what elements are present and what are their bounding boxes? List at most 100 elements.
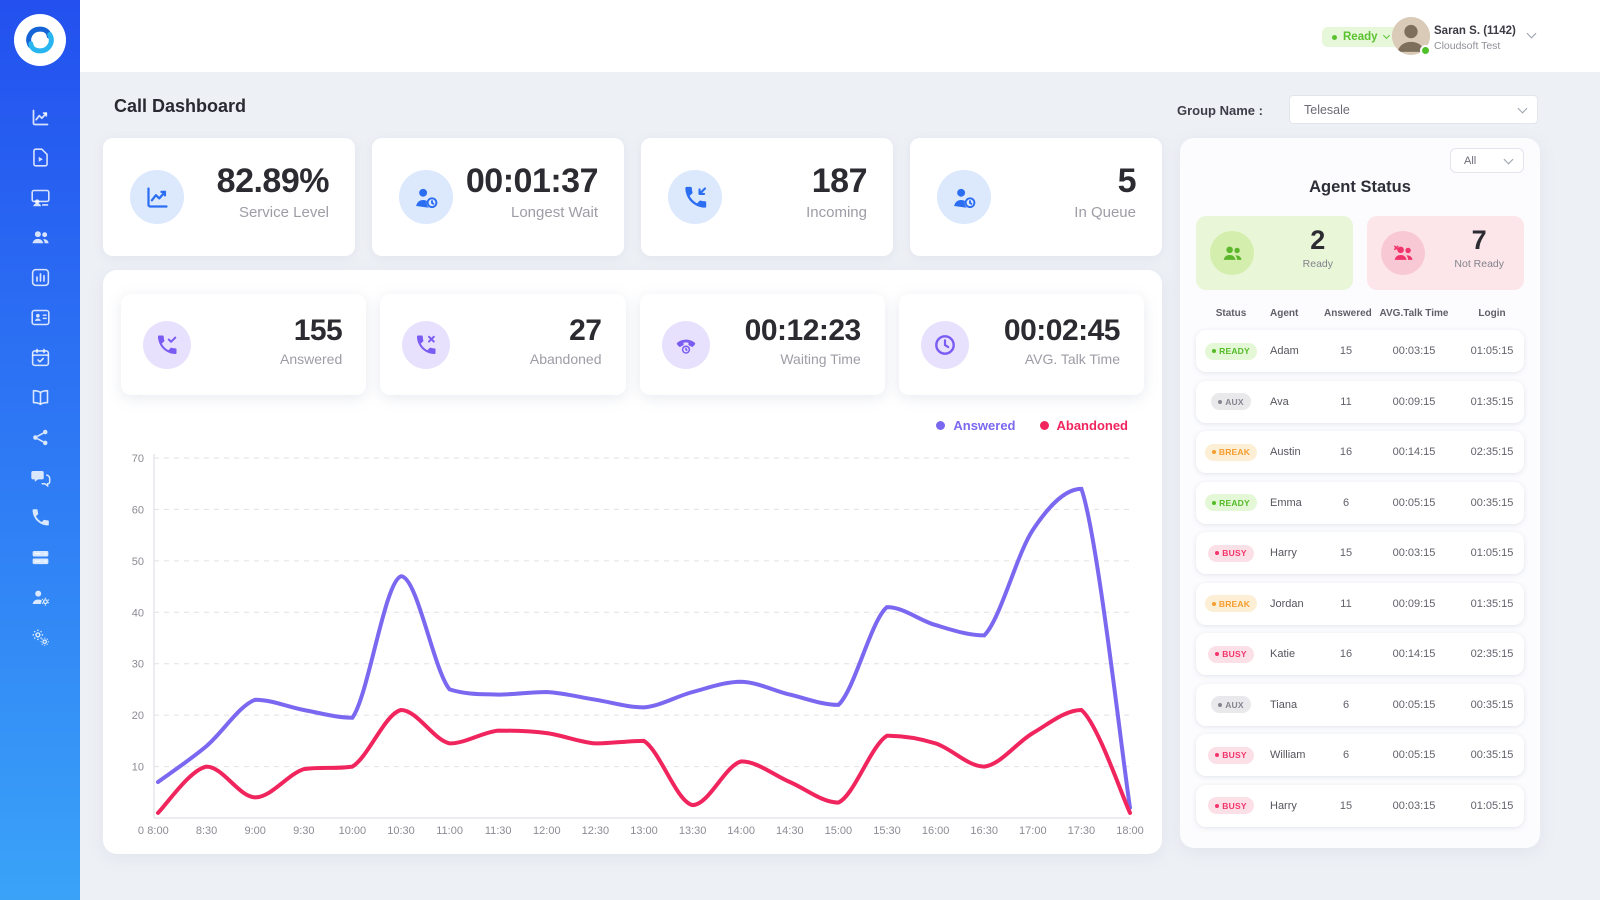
book-open-icon: [30, 387, 51, 408]
status-dot-icon: [1212, 450, 1216, 454]
users-x-icon-wrap: [1381, 231, 1425, 275]
x-axis-label: 9:30: [293, 825, 314, 837]
y-axis-label: 30: [132, 659, 144, 671]
agent-login-time: 01:05:15: [1460, 800, 1524, 812]
agent-name: Katie: [1266, 648, 1324, 660]
user-name: Saran S. (1142): [1434, 25, 1516, 37]
agent-answered: 6: [1324, 699, 1368, 711]
agent-ready-pill[interactable]: Ready: [1322, 27, 1399, 47]
x-axis-label: 9:00: [244, 825, 265, 837]
avatar[interactable]: [1392, 17, 1430, 55]
sidebar-item-audio-file[interactable]: [28, 145, 52, 169]
agent-talk-time: 00:05:15: [1368, 749, 1460, 761]
y-axis-label: 40: [132, 607, 144, 619]
status-badge: BUSY: [1208, 747, 1253, 764]
status-badge: BREAK: [1205, 595, 1257, 612]
sidebar-item-share[interactable]: [28, 425, 52, 449]
screen-user-icon: [30, 187, 51, 208]
group-select[interactable]: Telesale: [1289, 95, 1538, 124]
user-menu-chevron-icon[interactable]: [1527, 29, 1537, 39]
sidebar-item-bar-chart[interactable]: [28, 265, 52, 289]
x-axis-label: 10:30: [387, 825, 415, 837]
column-header-status: Status: [1196, 308, 1266, 319]
user-org: Cloudsoft Test: [1434, 40, 1500, 52]
legend-abandoned[interactable]: Abandoned: [1040, 418, 1129, 433]
ready-dot-icon: [1332, 35, 1337, 40]
bar-chart-icon: [30, 267, 51, 288]
kpi-text: 00:12:23 Waiting Time: [745, 314, 861, 367]
x-axis-label: 16:30: [970, 825, 998, 837]
agent-login-time: 01:35:15: [1460, 396, 1524, 408]
status-dot-icon: [1215, 652, 1219, 656]
kpi-value: 00:12:23: [745, 314, 861, 348]
legend-dot-icon: [1040, 421, 1049, 430]
kpi-label: In Queue: [1074, 204, 1136, 221]
kpi-label: Abandoned: [530, 351, 602, 367]
chart-line-icon: [30, 107, 51, 128]
person-clock-icon-wrap: [937, 170, 991, 224]
users-icon: [30, 227, 51, 248]
sidebar-item-user-gear[interactable]: [28, 585, 52, 609]
sidebar-item-queue[interactable]: [28, 545, 52, 569]
app-logo[interactable]: [14, 14, 66, 66]
agent-summary: 2Ready7Not Ready: [1196, 216, 1524, 290]
kpi-value: 155: [280, 314, 342, 348]
users-icon: [1221, 242, 1244, 265]
agent-talk-time: 00:05:15: [1368, 497, 1460, 509]
status-badge: READY: [1205, 494, 1257, 511]
agent-name: Harry: [1266, 800, 1324, 812]
queue-icon: [30, 547, 51, 568]
kpi-label: Service Level: [217, 204, 329, 221]
agent-filter-value: All: [1464, 155, 1476, 167]
agent-row-harry: BUSYHarry1500:03:1501:05:15: [1196, 785, 1524, 827]
agent-name: Austin: [1266, 446, 1324, 458]
phone-incoming-icon-wrap: [668, 170, 722, 224]
y-axis-label: 0: [138, 825, 144, 837]
summary-text: 2Ready: [1303, 225, 1333, 270]
kpi-value: 00:02:45: [1004, 314, 1120, 348]
agent-answered: 15: [1324, 345, 1368, 357]
y-axis-label: 70: [132, 453, 144, 465]
phone-incoming-icon: [682, 184, 709, 211]
phone-x-icon-wrap: [402, 321, 450, 369]
kpi-row-inner: 155Answered27Abandoned00:12:23Waiting Ti…: [121, 294, 1144, 395]
sidebar-item-phone[interactable]: [28, 505, 52, 529]
x-axis-label: 18:00: [1116, 825, 1144, 837]
agent-row-harry: BUSYHarry1500:03:1501:05:15: [1196, 532, 1524, 574]
agent-row-katie: BUSYKatie1600:14:1502:35:15: [1196, 633, 1524, 675]
kpi-card-abandoned: 27Abandoned: [380, 294, 625, 395]
kpi-label: Waiting Time: [745, 351, 861, 367]
status-dot-icon: [1215, 551, 1219, 555]
y-axis-label: 10: [132, 762, 144, 774]
sidebar-item-book-open[interactable]: [28, 385, 52, 409]
agent-name: Adam: [1266, 345, 1324, 357]
sidebar-item-screen-user[interactable]: [28, 185, 52, 209]
app-root: Ready Saran S. (1142) Cloudsoft Test Cal…: [0, 0, 1600, 900]
x-axis-label: 17:00: [1019, 825, 1047, 837]
cloudsoft-logo-icon: [14, 14, 66, 66]
users-icon-wrap: [1210, 231, 1254, 275]
legend-label: Answered: [953, 418, 1015, 433]
agent-talk-time: 00:03:15: [1368, 547, 1460, 559]
phone-icon: [30, 507, 51, 528]
chevron-down-icon: [1382, 32, 1389, 39]
agent-filter-select[interactable]: All: [1450, 148, 1524, 173]
legend-answered[interactable]: Answered: [936, 418, 1015, 433]
sidebar-item-calendar-check[interactable]: [28, 345, 52, 369]
x-axis-label: 14:30: [776, 825, 804, 837]
agent-talk-time: 00:09:15: [1368, 396, 1460, 408]
chevron-down-icon: [1504, 154, 1514, 164]
kpi-card-avg-talk-time: 00:02:45 AVG. Talk Time: [899, 294, 1144, 395]
sidebar-item-chart-line[interactable]: [28, 105, 52, 129]
y-axis-label: 50: [132, 556, 144, 568]
sidebar-item-settings-gears[interactable]: [28, 625, 52, 649]
phone-check-icon-wrap: [143, 321, 191, 369]
summary-value: 7: [1454, 225, 1504, 256]
sidebar-item-contact-card[interactable]: [28, 305, 52, 329]
kpi-label: AVG. Talk Time: [1004, 351, 1120, 367]
agent-answered: 11: [1324, 598, 1368, 610]
agent-talk-time: 00:05:15: [1368, 699, 1460, 711]
sidebar-item-users[interactable]: [28, 225, 52, 249]
kpi-text: 27Abandoned: [530, 314, 602, 367]
sidebar-item-chat[interactable]: [28, 465, 52, 489]
